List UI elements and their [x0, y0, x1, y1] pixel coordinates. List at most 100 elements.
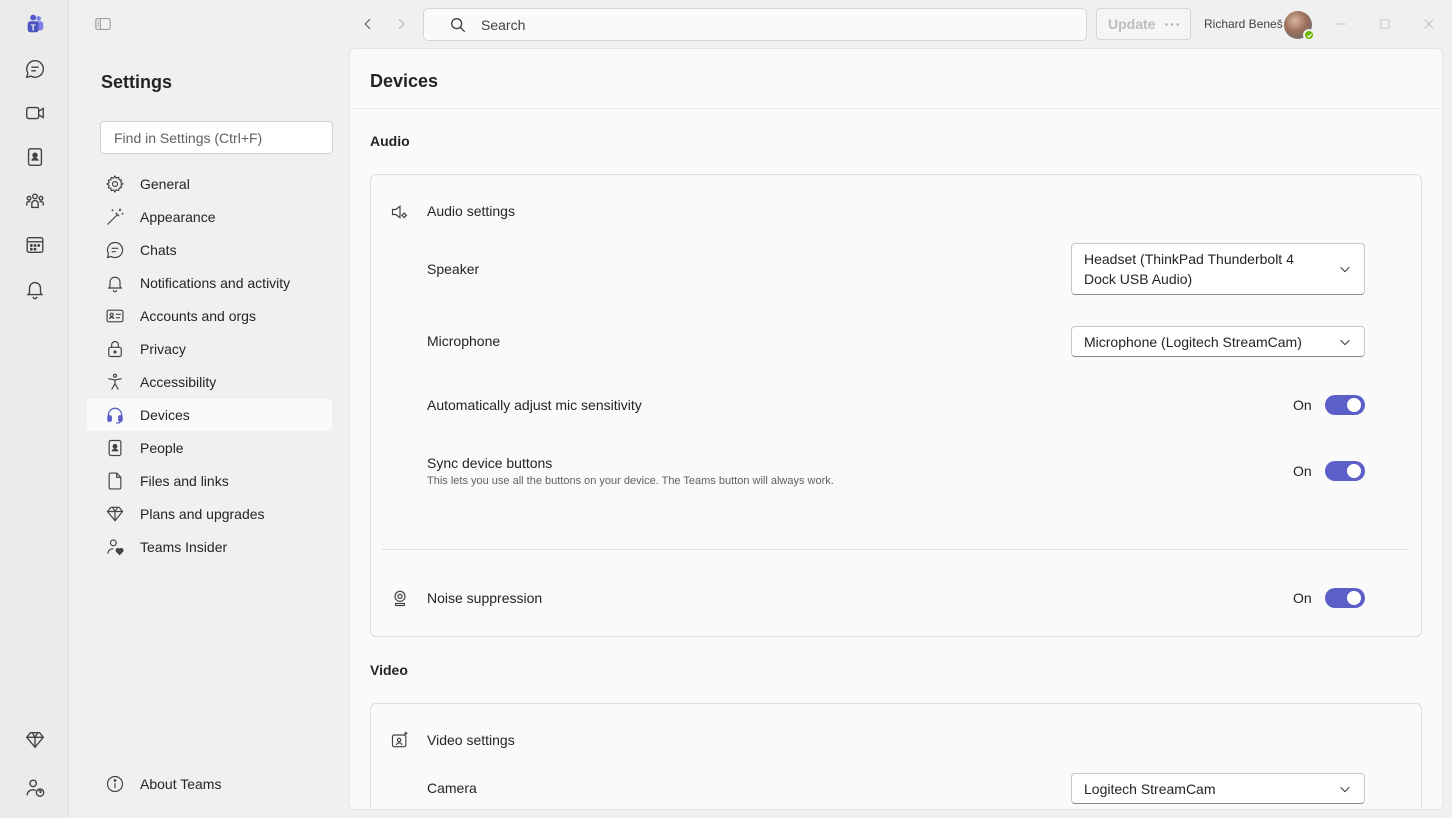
people-book-icon	[104, 437, 126, 459]
audio-heading: Audio	[370, 133, 410, 149]
nav-label: People	[140, 440, 184, 456]
lock-icon	[104, 338, 126, 360]
sync-buttons-description: This lets you use all the buttons on you…	[427, 475, 834, 487]
nav-item-teams-insider[interactable]: Teams Insider	[87, 531, 332, 563]
chevron-down-icon	[1338, 782, 1352, 796]
sync-buttons-label: Sync device buttons	[427, 455, 553, 471]
auto-adjust-toggle[interactable]	[1324, 395, 1365, 415]
forward-arrow-icon[interactable]	[389, 12, 413, 36]
noise-suppression-toggle-row: On	[1293, 588, 1365, 608]
speaker-dropdown[interactable]: Headset (ThinkPad Thunderbolt 4 Dock USB…	[1071, 243, 1365, 295]
devices-panel: Devices Audio Audio settings Speaker Hea…	[349, 48, 1443, 810]
meet-video-icon[interactable]	[17, 95, 53, 131]
search-placeholder: Search	[481, 16, 526, 33]
info-icon	[104, 773, 126, 795]
update-button[interactable]: Update ···	[1096, 8, 1191, 40]
audio-card: Audio settings Speaker Headset (ThinkPad…	[370, 174, 1422, 637]
gear-icon	[104, 173, 126, 195]
nav-item-plans[interactable]: Plans and upgrades	[87, 498, 332, 530]
diamond-icon[interactable]	[17, 722, 53, 758]
chevron-down-icon	[1338, 335, 1352, 349]
nav-label: Files and links	[140, 473, 229, 489]
camera-value: Logitech StreamCam	[1084, 780, 1216, 797]
divider	[382, 549, 1409, 550]
auto-adjust-toggle-row: On	[1293, 395, 1365, 415]
camera-dropdown[interactable]: Logitech StreamCam	[1071, 773, 1365, 804]
nav-label: Notifications and activity	[140, 275, 291, 291]
app-rail: T	[0, 0, 69, 818]
speaker-label: Speaker	[427, 261, 480, 277]
toggle-state-label: On	[1293, 463, 1312, 479]
minimize-icon[interactable]	[1331, 14, 1351, 34]
nav-item-files[interactable]: Files and links	[87, 465, 332, 497]
avatar[interactable]	[1284, 11, 1315, 41]
nav-item-privacy[interactable]: Privacy	[87, 333, 332, 365]
more-options-icon[interactable]: ···	[1164, 16, 1181, 32]
maximize-icon[interactable]	[1375, 14, 1395, 34]
nav-label: Teams Insider	[140, 539, 228, 555]
nav-item-chats[interactable]: Chats	[87, 234, 332, 266]
speaker-value: Headset (ThinkPad Thunderbolt 4 Dock USB…	[1084, 251, 1294, 287]
nav-item-appearance[interactable]: Appearance	[87, 201, 332, 233]
nav-item-accessibility[interactable]: Accessibility	[87, 366, 332, 398]
nav-item-accounts[interactable]: Accounts and orgs	[87, 300, 332, 332]
nav-label: Chats	[140, 242, 177, 258]
nav-item-general[interactable]: General	[87, 168, 332, 200]
nav-item-devices[interactable]: Devices	[87, 399, 332, 431]
person-heart-icon	[104, 536, 126, 558]
person-help-icon[interactable]	[17, 770, 53, 806]
nav-label: Plans and upgrades	[140, 506, 265, 522]
document-icon	[104, 470, 126, 492]
noise-suppression-icon	[390, 588, 410, 608]
video-settings-icon	[390, 730, 410, 750]
microphone-dropdown[interactable]: Microphone (Logitech StreamCam)	[1071, 326, 1365, 357]
search-icon	[449, 16, 467, 34]
page-title: Devices	[370, 71, 439, 91]
nav-label: Privacy	[140, 341, 186, 357]
chat-icon	[104, 239, 126, 261]
divider	[350, 108, 1442, 109]
bell-icon[interactable]	[17, 271, 53, 307]
nav-item-notifications[interactable]: Notifications and activity	[87, 267, 332, 299]
contacts-book-icon[interactable]	[17, 139, 53, 175]
nav-item-people[interactable]: People	[87, 432, 332, 464]
nav-label: Accessibility	[140, 374, 217, 390]
back-arrow-icon[interactable]	[356, 12, 380, 36]
update-label: Update	[1108, 16, 1156, 32]
sidebar-toggle-icon[interactable]	[91, 12, 115, 36]
sync-buttons-toggle[interactable]	[1324, 461, 1365, 481]
contact-card-icon	[104, 305, 126, 327]
microphone-label: Microphone	[427, 333, 501, 349]
video-heading: Video	[370, 662, 408, 678]
settings-nav: Settings General Appearance Chats Notifi…	[69, 48, 349, 818]
accessibility-icon	[104, 371, 126, 393]
chevron-down-icon	[1338, 262, 1352, 276]
diamond-icon	[104, 503, 126, 525]
bell-icon	[104, 272, 126, 294]
nav-label: Appearance	[140, 209, 216, 225]
teams-logo-icon: T	[17, 6, 53, 42]
toggle-state-label: On	[1293, 590, 1312, 606]
headset-icon	[104, 404, 126, 426]
camera-label: Camera	[427, 780, 477, 796]
toggle-state-label: On	[1293, 397, 1312, 413]
calendar-icon[interactable]	[17, 227, 53, 263]
microphone-value: Microphone (Logitech StreamCam)	[1084, 333, 1302, 350]
auto-adjust-label: Automatically adjust mic sensitivity	[427, 397, 642, 413]
presence-available-icon	[1303, 29, 1315, 41]
nav-label: Accounts and orgs	[140, 308, 256, 324]
video-settings-label: Video settings	[427, 732, 515, 748]
noise-suppression-toggle[interactable]	[1324, 588, 1365, 608]
communities-icon[interactable]	[17, 183, 53, 219]
close-icon[interactable]	[1419, 14, 1439, 34]
nav-item-about[interactable]: About Teams	[87, 768, 332, 800]
chat-icon[interactable]	[17, 51, 53, 87]
toggle-knob	[1346, 464, 1361, 478]
toggle-knob	[1346, 398, 1361, 412]
find-in-settings-input[interactable]	[100, 121, 333, 154]
search-bar[interactable]: Search	[423, 8, 1087, 41]
user-name: Richard Beneš	[1204, 17, 1283, 31]
nav-label: About Teams	[140, 776, 222, 792]
magic-wand-icon	[104, 206, 126, 228]
settings-title: Settings	[101, 72, 173, 92]
